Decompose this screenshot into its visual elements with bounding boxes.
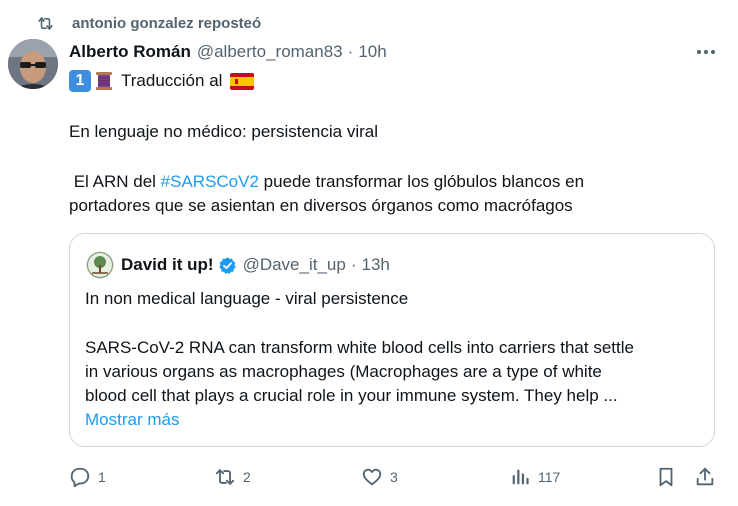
tweet-time[interactable]: 10h xyxy=(358,42,386,62)
share-button[interactable] xyxy=(694,462,716,492)
quoted-tweet-time[interactable]: 13h xyxy=(362,255,390,275)
tweet-line-3-suffix: puede transformar los glóbulos blancos e… xyxy=(258,172,585,191)
quoted-line-2: SARS-CoV-2 RNA can transform white blood… xyxy=(85,338,634,357)
quoted-tweet-header: David it up! @Dave_it_up · 13h xyxy=(121,253,390,277)
action-bar: 1 2 3 117 xyxy=(0,462,738,492)
quoted-author-name[interactable]: David it up! xyxy=(121,255,214,275)
tweet-line-3-prefix: El ARN del xyxy=(69,172,161,191)
separator-dot: · xyxy=(347,42,354,61)
author-name[interactable]: Alberto Román xyxy=(69,42,191,62)
author-avatar[interactable] xyxy=(8,39,58,89)
views-icon xyxy=(512,469,529,485)
tweet-line-2: En lenguaje no médico: persistencia vira… xyxy=(69,122,379,141)
quoted-line-3: in various organs as macrophages (Macrop… xyxy=(85,362,602,381)
reply-icon xyxy=(70,467,90,488)
translation-label: Traducción al xyxy=(121,71,223,90)
author-handle[interactable]: @alberto_roman83 xyxy=(197,42,343,62)
show-more-link[interactable]: Mostrar más xyxy=(85,410,179,430)
quoted-line-4: blood cell that plays a crucial role in … xyxy=(85,386,618,405)
views-count: 117 xyxy=(538,469,561,485)
reply-button[interactable]: 1 xyxy=(69,462,106,492)
hashtag-link[interactable]: #SARSCoV2 xyxy=(161,172,259,191)
views-button[interactable]: 117 xyxy=(509,462,560,492)
like-button[interactable]: 3 xyxy=(361,462,398,492)
thread-spool-emoji xyxy=(93,70,115,92)
more-options-button[interactable] xyxy=(694,42,718,62)
quoted-line-1: In non medical language - viral persiste… xyxy=(85,289,409,308)
heart-icon xyxy=(362,468,382,486)
tweet-line-3: El ARN del #SARSCoV2 puede transformar l… xyxy=(69,170,584,194)
like-count: 3 xyxy=(390,469,398,485)
repost-button[interactable]: 2 xyxy=(214,462,251,492)
keycap-one-emoji: 1 xyxy=(69,70,91,92)
reply-count: 1 xyxy=(98,469,106,485)
quoted-author-avatar[interactable] xyxy=(86,251,114,279)
bookmark-button[interactable] xyxy=(655,462,677,492)
repost-count: 2 xyxy=(243,469,251,485)
tweet-line-4: portadores que se asientan en diversos ó… xyxy=(69,196,573,215)
quoted-separator-dot: · xyxy=(350,255,357,274)
quoted-tweet[interactable]: David it up! @Dave_it_up · 13h In non me… xyxy=(69,233,715,447)
share-icon xyxy=(696,467,714,486)
quoted-author-handle[interactable]: @Dave_it_up xyxy=(243,255,346,275)
spain-flag-emoji xyxy=(230,72,255,90)
tweet-line-1: 1 Traducción al xyxy=(69,69,255,93)
bookmark-icon xyxy=(659,467,673,487)
more-icon xyxy=(697,50,715,54)
verified-badge-icon xyxy=(218,256,236,274)
repost-indicator[interactable]: antonio gonzalez reposteó xyxy=(36,10,261,36)
repost-text: antonio gonzalez reposteó xyxy=(72,14,262,32)
repost-icon xyxy=(38,16,53,30)
tweet-header: Alberto Román @alberto_roman83 · 10h xyxy=(69,40,387,64)
repost-action-icon xyxy=(215,469,235,485)
